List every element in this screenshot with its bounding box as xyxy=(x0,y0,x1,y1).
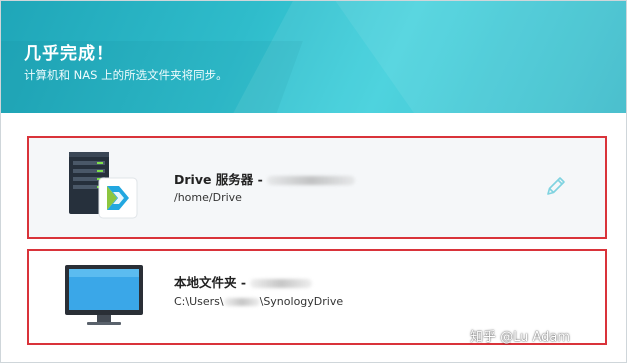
local-folder-path: C:\Users\ \SynologyDrive xyxy=(174,295,344,308)
pencil-icon[interactable] xyxy=(544,174,568,198)
page-subtitle: 计算机和 NAS 上的所选文件夹将同步。 xyxy=(24,68,228,82)
monitor-icon xyxy=(65,265,143,325)
page-title: 几乎完成！ xyxy=(24,44,114,64)
watermark: 知乎 @Lu Adam xyxy=(470,330,571,345)
blurred-user-name xyxy=(223,298,260,306)
blurred-computer-name xyxy=(250,279,313,288)
blurred-server-address xyxy=(267,176,356,185)
drive-server-card: Drive 服务器 - /home/Drive xyxy=(27,136,607,239)
synology-drive-server-icon xyxy=(69,152,138,219)
sync-setup-window: 几乎完成！ 计算机和 NAS 上的所选文件夹将同步。 Drive 服务器 - /… xyxy=(0,0,627,363)
local-folder-name: 本地文件夹 - xyxy=(174,272,313,291)
header-banner: 几乎完成！ 计算机和 NAS 上的所选文件夹将同步。 xyxy=(1,1,626,113)
server-name: Drive 服务器 - xyxy=(174,169,356,188)
server-path: /home/Drive xyxy=(174,191,242,204)
